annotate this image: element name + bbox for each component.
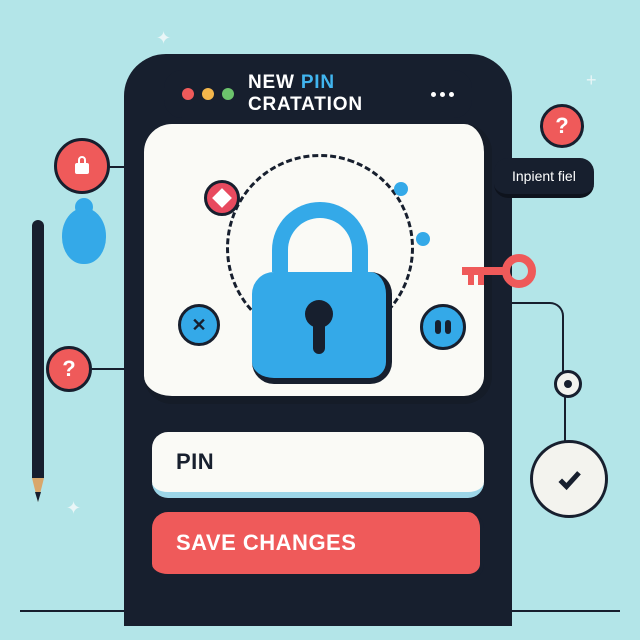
sparkle-icon: + <box>586 70 597 91</box>
help-badge-icon[interactable]: ? <box>540 104 584 148</box>
maximize-dot-icon[interactable] <box>222 88 234 100</box>
title-post: CRATATION <box>248 94 363 115</box>
traffic-lights <box>182 88 234 100</box>
heart-badge-icon <box>204 180 240 216</box>
title-pre: NEW <box>248 72 301 93</box>
lock-icon <box>252 202 392 384</box>
sparkle-icon: ✦ <box>66 498 81 519</box>
input-field-tag-label: Inpient fiel <box>512 168 576 184</box>
help-badge-label: ? <box>555 113 568 139</box>
save-button-label: SAVE CHANGES <box>176 530 356 556</box>
close-dot-icon[interactable] <box>182 88 194 100</box>
cross-badge-icon[interactable] <box>178 304 220 346</box>
connector-line <box>564 396 566 442</box>
page-title: NEW PIN CRATATION <box>248 72 431 116</box>
orbit-node-icon <box>394 182 408 196</box>
lock-panel <box>144 124 492 404</box>
save-button[interactable]: SAVE CHANGES <box>152 512 484 580</box>
help-badge-icon[interactable]: ? <box>46 346 92 392</box>
lock-badge-icon <box>54 138 110 194</box>
input-field-tag: Inpient fiel <box>494 158 594 198</box>
minimize-dot-icon[interactable] <box>202 88 214 100</box>
pin-input-label: PIN <box>176 449 214 475</box>
pin-input[interactable]: PIN <box>152 432 484 498</box>
key-icon <box>502 254 536 293</box>
pencil-icon <box>32 220 44 532</box>
sparkle-icon: ✦ <box>156 28 171 49</box>
face-badge-icon <box>420 304 466 350</box>
node-dot-icon <box>554 370 582 398</box>
kebab-menu-icon[interactable] <box>431 92 454 97</box>
ground-line <box>20 610 620 612</box>
tree-icon <box>62 208 106 264</box>
orbit-node-icon <box>416 232 430 246</box>
check-badge-icon[interactable] <box>530 440 608 518</box>
help-badge-label: ? <box>62 356 75 382</box>
window-titlebar: NEW PIN CRATATION <box>164 70 472 118</box>
device-frame: NEW PIN CRATATION PIN SAVE CHANGES <box>124 54 512 626</box>
title-accent: PIN <box>301 72 335 93</box>
